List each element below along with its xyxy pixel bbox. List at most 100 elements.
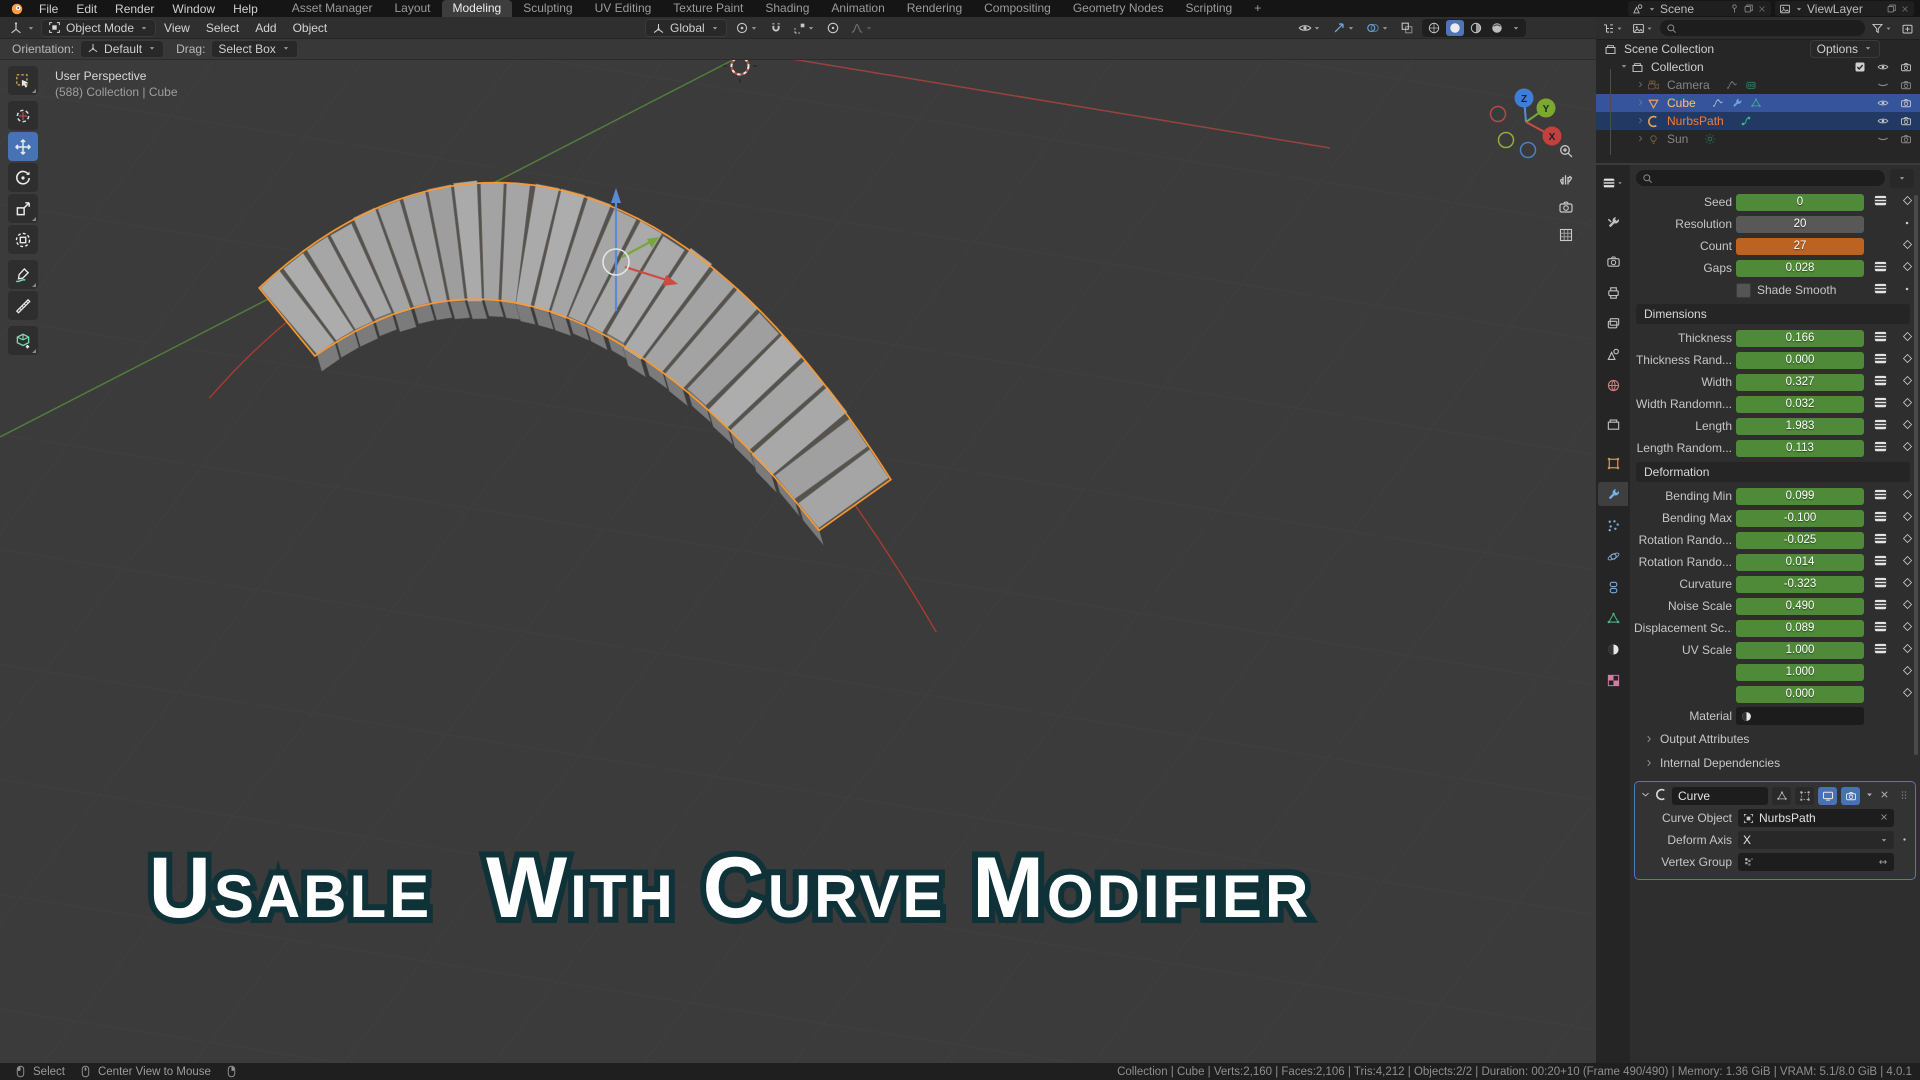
expander-icon[interactable] bbox=[1636, 96, 1645, 110]
delete-modifier-button[interactable] bbox=[1879, 789, 1890, 803]
outliner-editor-dropdown[interactable] bbox=[1600, 21, 1626, 36]
prop-slider[interactable]: 1.000 bbox=[1736, 642, 1864, 659]
copy-new-icon[interactable] bbox=[1743, 3, 1754, 14]
viewport-menu-object[interactable]: Object bbox=[285, 21, 336, 35]
prop-slider[interactable]: 0.000 bbox=[1736, 686, 1864, 703]
workspace-tab-sculpting[interactable]: Sculpting bbox=[512, 0, 583, 17]
tab-constraints[interactable] bbox=[1598, 575, 1628, 599]
collection-checkbox[interactable] bbox=[1852, 60, 1868, 74]
decorator-dot[interactable] bbox=[1902, 283, 1912, 297]
tool-move[interactable] bbox=[8, 132, 38, 161]
eye-toggle[interactable] bbox=[1875, 78, 1891, 92]
tab-material[interactable] bbox=[1598, 637, 1628, 661]
workspace-tab-uv-editing[interactable]: UV Editing bbox=[584, 0, 663, 17]
section-header-deformation[interactable]: Deformation bbox=[1636, 462, 1910, 482]
tool-scale[interactable] bbox=[8, 194, 38, 223]
shading-solid[interactable] bbox=[1446, 20, 1464, 36]
camera-view-button[interactable] bbox=[1555, 196, 1577, 218]
animate-decorator[interactable] bbox=[1873, 553, 1888, 571]
keyframe-diamond[interactable] bbox=[1902, 375, 1913, 389]
copy-new-icon[interactable] bbox=[1886, 3, 1897, 14]
prop-slider[interactable]: 0.099 bbox=[1736, 488, 1864, 505]
animate-decorator[interactable] bbox=[1873, 395, 1888, 413]
tool-add-cube[interactable] bbox=[8, 326, 38, 355]
animate-decorator[interactable] bbox=[1873, 487, 1888, 505]
keyframe-diamond[interactable] bbox=[1902, 331, 1913, 345]
workspace-tab-+[interactable]: + bbox=[1243, 0, 1272, 17]
decorator-dot[interactable] bbox=[1902, 217, 1912, 231]
snap-dropdown[interactable] bbox=[791, 21, 818, 36]
tab-object-data[interactable] bbox=[1598, 606, 1628, 630]
eye-toggle[interactable] bbox=[1875, 96, 1891, 110]
properties-editor-dropdown[interactable] bbox=[1598, 171, 1628, 195]
keyframe-diamond[interactable] bbox=[1902, 599, 1913, 613]
curve-object-field[interactable]: NurbsPath bbox=[1738, 809, 1894, 827]
tab-world[interactable] bbox=[1598, 373, 1628, 397]
falloff-dropdown[interactable] bbox=[848, 20, 876, 36]
prop-slider[interactable]: 0.089 bbox=[1736, 620, 1864, 637]
expander-icon[interactable] bbox=[1636, 114, 1645, 128]
scene-selector[interactable]: Scene bbox=[1628, 1, 1771, 16]
pivot-dropdown[interactable] bbox=[733, 20, 761, 36]
clear-object-button[interactable] bbox=[1879, 811, 1889, 825]
pin-icon[interactable] bbox=[1729, 3, 1740, 14]
prop-slider[interactable]: 27 bbox=[1736, 238, 1864, 255]
animate-decorator[interactable] bbox=[1873, 193, 1888, 211]
prop-slider[interactable]: -0.100 bbox=[1736, 510, 1864, 527]
keyframe-diamond[interactable] bbox=[1902, 621, 1913, 635]
cage-toggle[interactable] bbox=[1795, 787, 1814, 805]
prop-slider[interactable]: -0.025 bbox=[1736, 532, 1864, 549]
prop-slider[interactable]: 20 bbox=[1736, 216, 1864, 233]
animate-decorator[interactable] bbox=[1873, 373, 1888, 391]
new-collection-button[interactable] bbox=[1899, 21, 1916, 36]
animate-decorator[interactable] bbox=[1873, 417, 1888, 435]
tool-rotate[interactable] bbox=[8, 163, 38, 192]
keyframe-diamond[interactable] bbox=[1902, 397, 1913, 411]
prop-slider[interactable]: 1.983 bbox=[1736, 418, 1864, 435]
tab-view-layer[interactable] bbox=[1598, 311, 1628, 335]
animate-decorator[interactable] bbox=[1873, 641, 1888, 659]
orientation-dropdown[interactable]: Default bbox=[80, 40, 164, 58]
keyframe-diamond[interactable] bbox=[1902, 533, 1913, 547]
keyframe-diamond[interactable] bbox=[1902, 577, 1913, 591]
workspace-tab-compositing[interactable]: Compositing bbox=[973, 0, 1062, 17]
outliner-search[interactable] bbox=[1660, 20, 1865, 36]
keyframe-diamond[interactable] bbox=[1902, 489, 1913, 503]
xray-toggle[interactable] bbox=[1398, 20, 1416, 36]
prop-slider[interactable]: 0 bbox=[1736, 194, 1864, 211]
keyframe-diamond[interactable] bbox=[1902, 441, 1913, 455]
workspace-tab-geometry-nodes[interactable]: Geometry Nodes bbox=[1062, 0, 1175, 17]
keyframe-diamond[interactable] bbox=[1902, 353, 1913, 367]
shading-material[interactable] bbox=[1467, 20, 1485, 36]
expander-icon[interactable] bbox=[1636, 78, 1645, 92]
animate-decorator[interactable] bbox=[1873, 619, 1888, 637]
camera-render-toggle[interactable] bbox=[1898, 132, 1914, 146]
topbar-menu-edit[interactable]: Edit bbox=[67, 0, 106, 17]
gizmo-minus-y[interactable] bbox=[1499, 133, 1514, 148]
tool-annotate[interactable] bbox=[8, 260, 38, 289]
modifier-name-field[interactable]: Curve bbox=[1672, 787, 1768, 805]
render-toggle[interactable] bbox=[1841, 787, 1860, 805]
animate-decorator[interactable] bbox=[1873, 531, 1888, 549]
material-field[interactable] bbox=[1736, 707, 1864, 725]
workspace-tab-shading[interactable]: Shading bbox=[754, 0, 820, 17]
deform-axis-dropdown[interactable]: X bbox=[1738, 831, 1894, 849]
keyframe-diamond[interactable] bbox=[1902, 419, 1913, 433]
gizmo-minus-z[interactable] bbox=[1521, 143, 1536, 158]
eye-toggle[interactable] bbox=[1875, 132, 1891, 146]
tool-select-box[interactable] bbox=[8, 66, 38, 95]
viewport-menu-add[interactable]: Add bbox=[247, 21, 284, 35]
section-header-dimensions[interactable]: Dimensions bbox=[1636, 304, 1910, 324]
workspace-tab-rendering[interactable]: Rendering bbox=[896, 0, 973, 17]
workspace-tab-texture-paint[interactable]: Texture Paint bbox=[662, 0, 754, 17]
display-mode-dropdown[interactable] bbox=[1630, 21, 1656, 36]
animate-decorator[interactable] bbox=[1873, 575, 1888, 593]
panel-output-attributes[interactable]: Output Attributes bbox=[1630, 727, 1920, 751]
viewport-menu-select[interactable]: Select bbox=[198, 21, 247, 35]
tab-modifiers[interactable] bbox=[1598, 482, 1628, 506]
tab-output[interactable] bbox=[1598, 280, 1628, 304]
editor-type-dropdown[interactable] bbox=[4, 18, 41, 38]
viewlayer-selector[interactable]: ViewLayer bbox=[1775, 1, 1914, 16]
camera-render-toggle[interactable] bbox=[1898, 78, 1914, 92]
drag-dropdown[interactable]: Select Box bbox=[211, 40, 297, 58]
